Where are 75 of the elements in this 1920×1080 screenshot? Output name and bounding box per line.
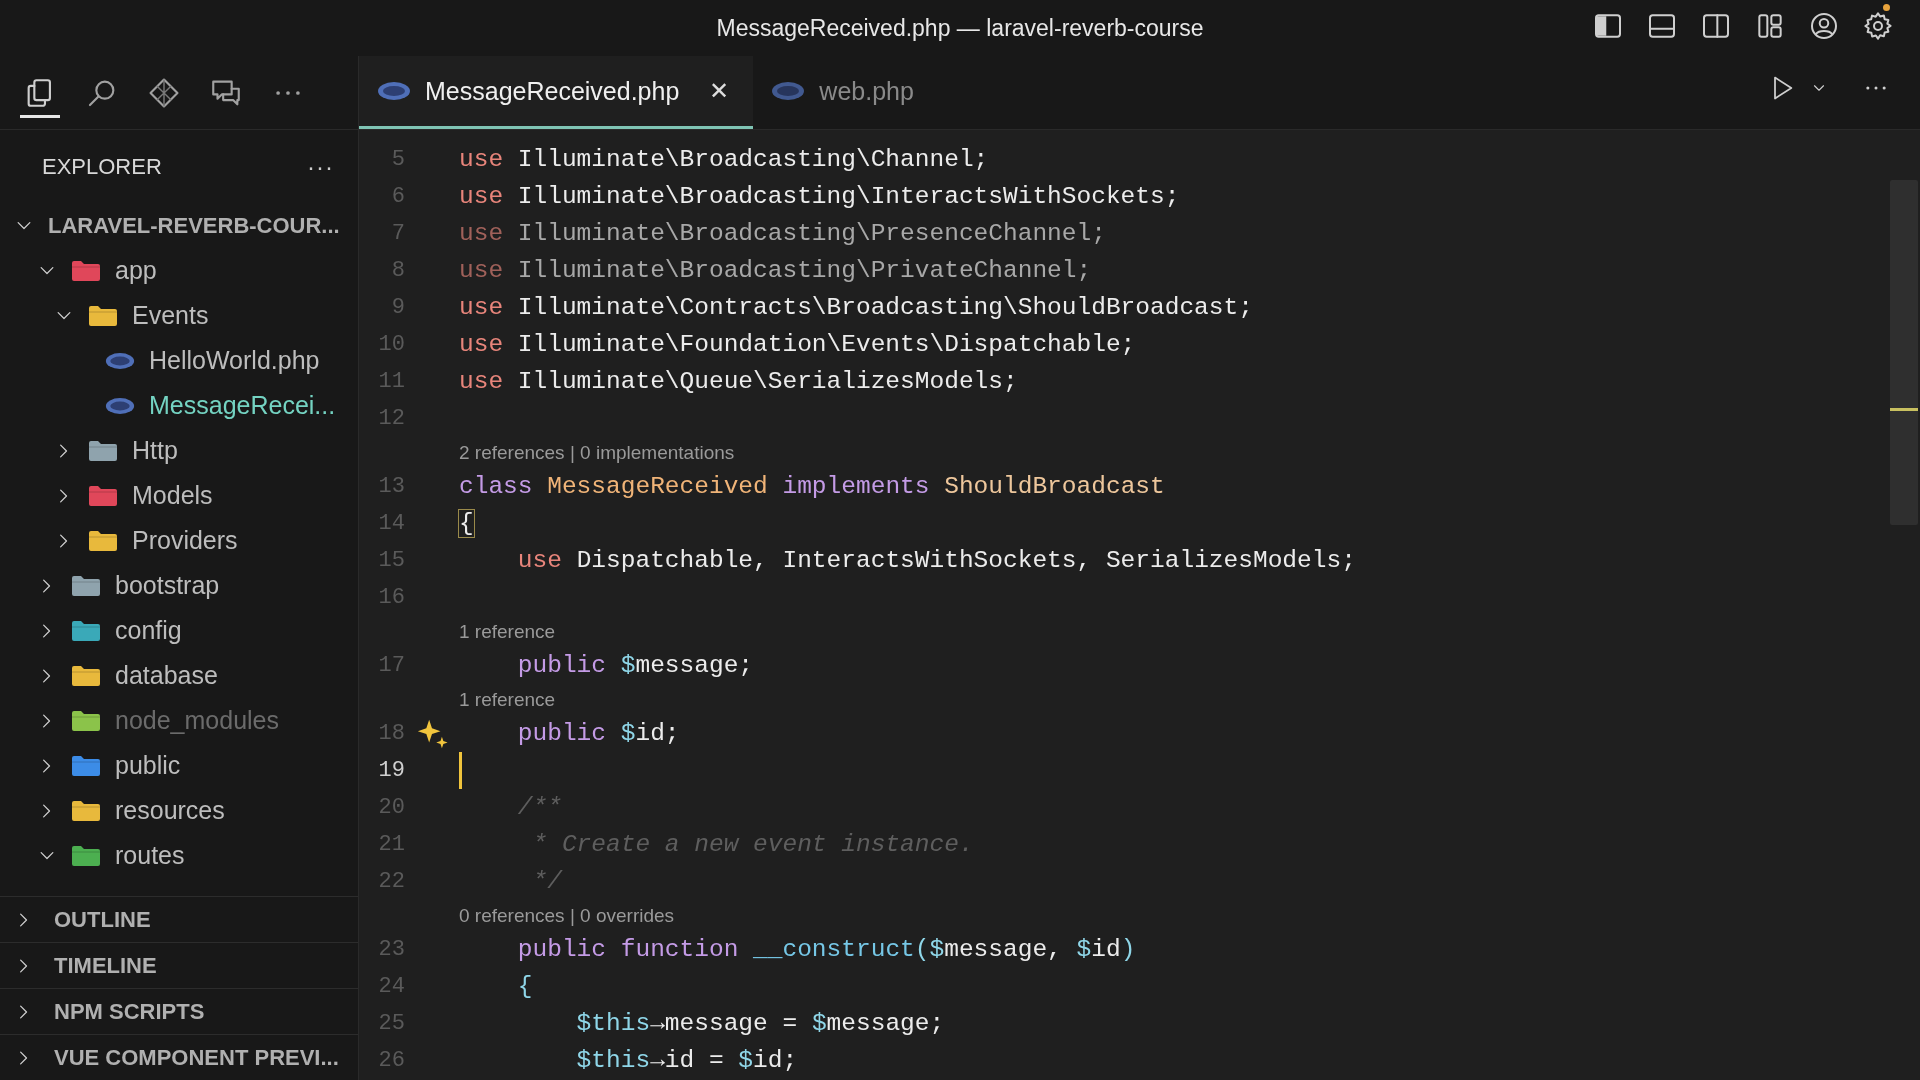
line-number: 24: [377, 974, 405, 999]
php-icon: [377, 81, 411, 101]
code-line: use Dispatchable, InteractsWithSockets, SerializesModels;: [516, 547, 1356, 574]
scrollbar-thumb[interactable]: [1890, 180, 1918, 525]
line-number: 10: [377, 332, 405, 357]
code-line: public $id;: [516, 720, 680, 747]
line-number: 20: [377, 795, 405, 820]
tree-item[interactable]: routes: [0, 833, 358, 878]
code-line: use Illuminate\Broadcasting\PrivateChannel;: [459, 257, 1092, 284]
tree-item[interactable]: Http: [0, 428, 358, 473]
line-number: 16: [377, 585, 405, 610]
tree-item[interactable]: config: [0, 608, 358, 653]
code-line: */: [531, 868, 562, 895]
tree-item[interactable]: resources: [0, 788, 358, 833]
code-line: class MessageReceived implements ShouldBroadcast: [459, 473, 1165, 500]
tree-item[interactable]: database: [0, 653, 358, 698]
section-header[interactable]: NPM SCRIPTS: [0, 988, 358, 1034]
line-number: 21: [377, 832, 405, 857]
code-lens[interactable]: 1 reference: [459, 620, 556, 643]
php-icon: [771, 81, 806, 101]
section-header[interactable]: OUTLINE: [0, 896, 358, 942]
editor-tab[interactable]: web.php: [753, 56, 938, 129]
code-line: {: [459, 510, 474, 537]
code-lens[interactable]: 2 references | 0 implementations: [459, 441, 735, 464]
line-number: 6: [390, 184, 405, 209]
line-number: 11: [377, 369, 405, 394]
window-title: MessageReceived.php — laravel-reverb-course: [716, 14, 1204, 42]
tree-item[interactable]: HelloWorld.php: [0, 338, 358, 383]
tree-item[interactable]: Providers: [0, 518, 358, 563]
code-line: * Create a new event instance.: [531, 831, 974, 858]
line-number: 18: [377, 721, 405, 746]
code-line: $this→id = $id;: [575, 1047, 798, 1074]
tree-root[interactable]: LARAVEL-REVERB-COUR...: [0, 203, 358, 248]
code-line: use Illuminate\Foundation\Events\Dispatchable;: [459, 331, 1136, 358]
code-line: use Illuminate\Queue\SerializesModels;: [459, 368, 1018, 395]
tree-item[interactable]: app: [0, 248, 358, 293]
line-number: 17: [377, 653, 405, 678]
section-header[interactable]: VUE COMPONENT PREVI...: [0, 1034, 358, 1080]
code-line: $this→message = $message;: [575, 1010, 945, 1037]
line-number: 19: [377, 758, 405, 783]
code-line: /**: [516, 794, 562, 821]
code-lens[interactable]: 0 references | 0 overrides: [459, 904, 675, 927]
line-number: 22: [377, 869, 405, 894]
more-button[interactable]: ···: [307, 152, 334, 181]
section-header[interactable]: TIMELINE: [0, 942, 358, 988]
code-line: {: [516, 973, 533, 1000]
close-button[interactable]: ✕: [709, 77, 730, 105]
tree-item[interactable]: public: [0, 743, 358, 788]
tree-item[interactable]: MessageRecei...: [0, 383, 358, 428]
code-line: public $message;: [516, 652, 754, 679]
code-line: use Illuminate\Broadcasting\PresenceChannel;: [459, 220, 1106, 247]
line-number: 8: [390, 258, 405, 283]
line-number: 9: [390, 295, 405, 320]
tree-item[interactable]: Events: [0, 293, 358, 338]
code-lens[interactable]: 1 reference: [459, 688, 556, 711]
explorer-title: EXPLORER: [42, 153, 162, 180]
line-number: 25: [377, 1011, 405, 1036]
settings-icon[interactable]: [1862, 10, 1894, 42]
code-line: use Illuminate\Broadcasting\Channel;: [459, 146, 989, 173]
line-number: 26: [377, 1048, 405, 1073]
account-icon[interactable]: [1808, 10, 1840, 42]
change-marker: [1890, 408, 1918, 411]
line-number: 15: [377, 548, 405, 573]
line-number: 7: [390, 221, 405, 246]
code-line: use Illuminate\Contracts\Broadcasting\ShouldBroadcast;: [459, 294, 1253, 321]
tree-item[interactable]: bootstrap: [0, 563, 358, 608]
editor-tab[interactable]: MessageReceived.php ✕: [359, 56, 754, 129]
code-line: public function __construct($message, $id): [516, 936, 1136, 963]
code-line: use Illuminate\Broadcasting\InteractsWithSockets;: [459, 183, 1180, 210]
tree-item[interactable]: Models: [0, 473, 358, 518]
line-number: 12: [377, 406, 405, 431]
line-number: 13: [377, 474, 405, 499]
line-number: 5: [390, 147, 405, 172]
line-number: 14: [377, 511, 405, 536]
line-number: 23: [377, 937, 405, 962]
